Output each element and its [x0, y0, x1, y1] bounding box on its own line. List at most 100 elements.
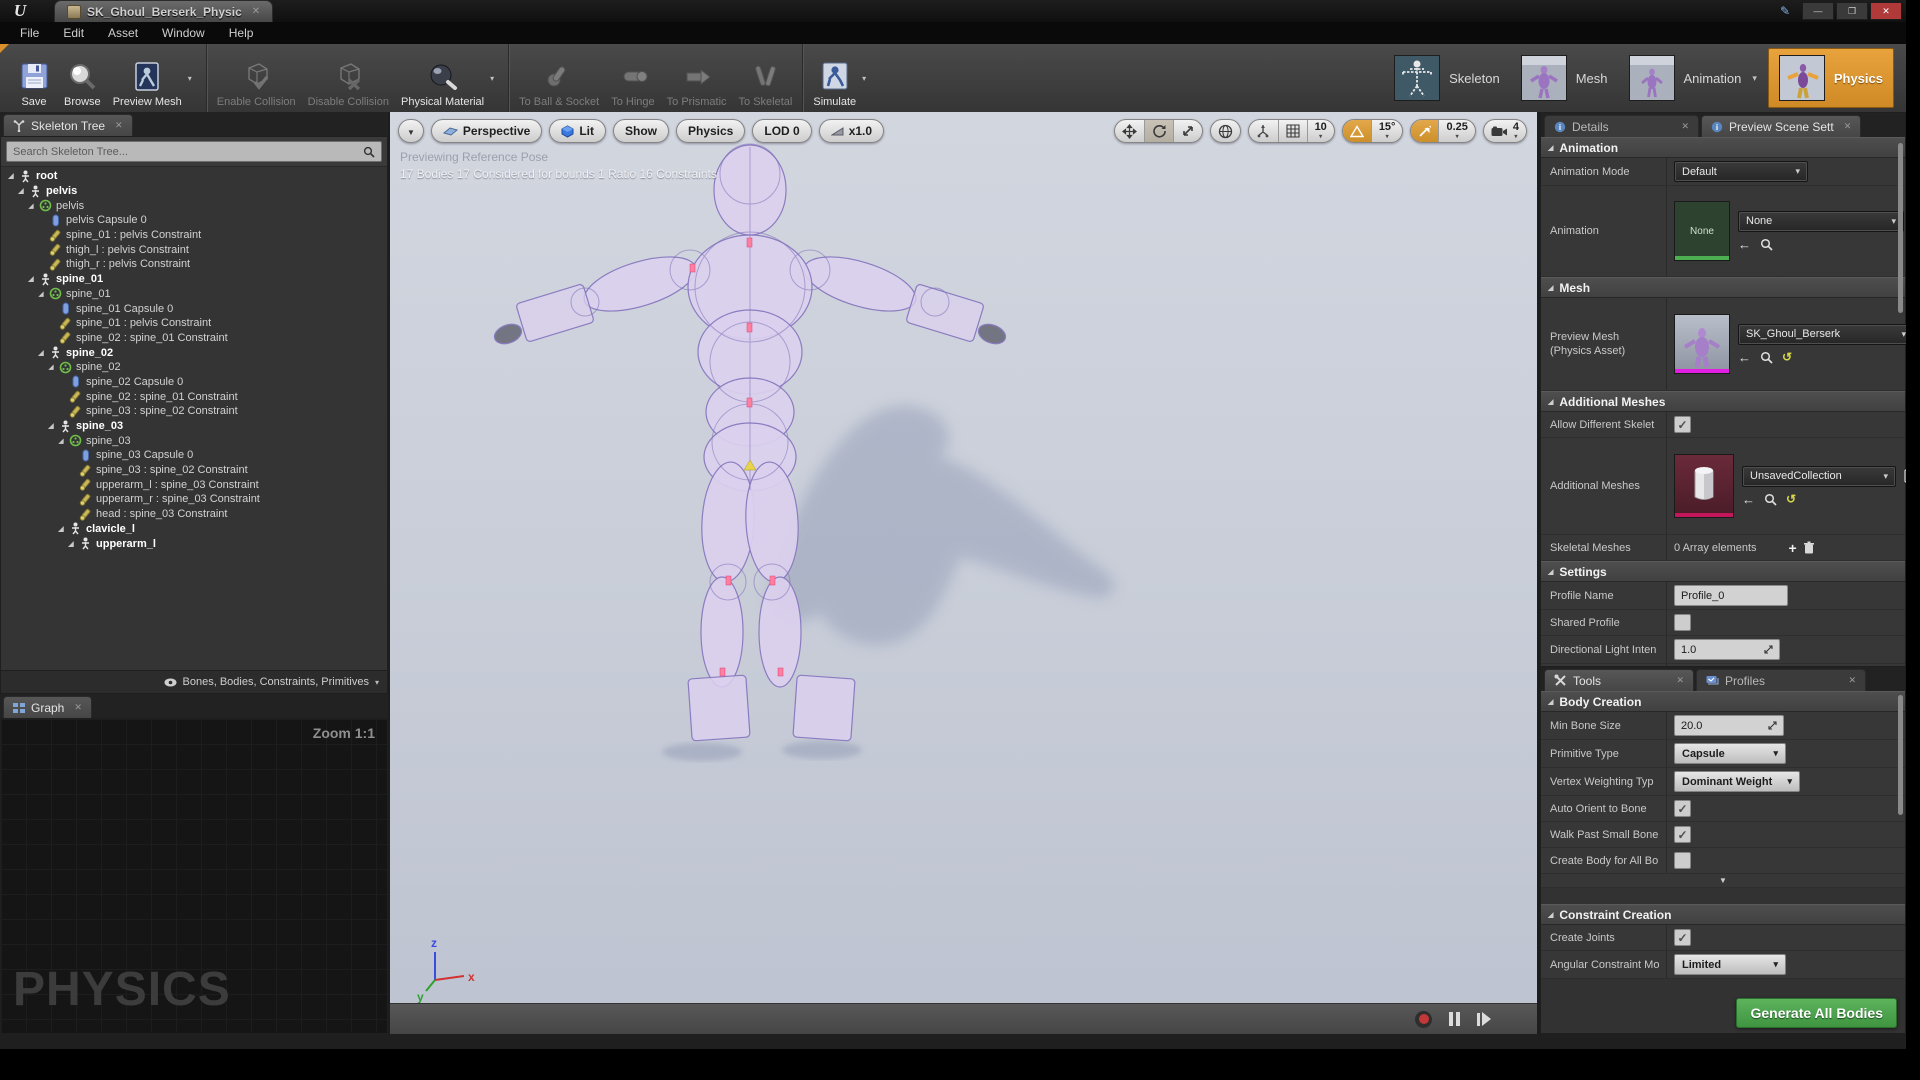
section-mesh[interactable]: Mesh: [1541, 277, 1905, 298]
pause-button[interactable]: [1449, 1012, 1460, 1026]
primitive-type-dropdown[interactable]: Capsule: [1674, 743, 1786, 764]
tree-item-head-spine-03-constraint[interactable]: head : spine_03 Constraint: [1, 507, 387, 522]
browse-to-asset-icon[interactable]: [1764, 493, 1777, 506]
browse-to-asset-icon[interactable]: [1760, 351, 1773, 364]
use-selected-icon[interactable]: [1742, 492, 1755, 507]
browse-to-asset-icon[interactable]: [1760, 238, 1773, 251]
mode-physics-button[interactable]: Physics: [1768, 48, 1894, 108]
tree-item-spine-02[interactable]: spine_02: [1, 360, 387, 375]
graph-canvas[interactable]: Zoom 1:1 PHYSICS: [0, 718, 388, 1034]
toolbar-physical-material-dropdown[interactable]: [486, 74, 498, 83]
tree-item-upperarm-r-spine-03-constraint[interactable]: upperarm_r : spine_03 Constraint: [1, 492, 387, 507]
restore-button[interactable]: [1836, 2, 1868, 20]
tree-item-pelvis-capsule-0[interactable]: pelvis Capsule 0: [1, 213, 387, 228]
vertex-weighting-dropdown[interactable]: Dominant Weight: [1674, 771, 1800, 792]
tree-item-pelvis[interactable]: pelvis: [1, 184, 387, 199]
shared-profile-checkbox[interactable]: [1674, 614, 1691, 631]
tab-preview-scene-settings[interactable]: i Preview Scene Sett: [1701, 115, 1861, 137]
angular-constraint-mode-dropdown[interactable]: Limited: [1674, 954, 1786, 975]
step-forward-button[interactable]: [1477, 1012, 1491, 1026]
show-button[interactable]: Show: [613, 119, 669, 143]
allow-different-skeleton-checkbox[interactable]: [1674, 416, 1691, 433]
scale-snap-value[interactable]: 0.25: [1439, 120, 1474, 142]
lit-button[interactable]: Lit: [549, 119, 606, 143]
reset-to-default-icon[interactable]: [1786, 492, 1796, 506]
close-icon[interactable]: [1848, 675, 1856, 686]
scale-snap-toggle[interactable]: [1411, 120, 1439, 142]
toolbar-preview-mesh-dropdown[interactable]: [184, 74, 196, 83]
tree-item-spine-02-capsule-0[interactable]: spine_02 Capsule 0: [1, 375, 387, 390]
lod-button[interactable]: LOD 0: [752, 119, 811, 143]
scrollbar[interactable]: [1898, 143, 1903, 313]
rotation-snap-value[interactable]: 15°: [1372, 120, 1403, 142]
body-creation-expander[interactable]: [1541, 874, 1905, 888]
grid-snap-value[interactable]: 10: [1308, 120, 1334, 142]
trash-icon[interactable]: [1803, 541, 1815, 554]
toolbar-preview-mesh-button[interactable]: Preview Mesh: [107, 44, 202, 112]
tree-item-root[interactable]: root: [1, 169, 387, 184]
asset-tab[interactable]: SK_Ghoul_Berserk_Physic: [54, 0, 273, 22]
tree-item-spine-02-spine-01-constraint[interactable]: spine_02 : spine_01 Constraint: [1, 331, 387, 346]
tree-item-spine-03[interactable]: spine_03: [1, 419, 387, 434]
expand-arrow-icon[interactable]: [37, 290, 45, 298]
toolbar-save-button[interactable]: Save: [10, 44, 58, 112]
minimize-button[interactable]: [1802, 2, 1834, 20]
auto-orient-checkbox[interactable]: [1674, 800, 1691, 817]
expand-arrow-icon[interactable]: [17, 187, 25, 195]
menu-edit[interactable]: Edit: [51, 22, 96, 44]
section-settings[interactable]: Settings: [1541, 561, 1905, 582]
section-constraint-creation[interactable]: Constraint Creation: [1541, 904, 1905, 925]
grid-snap-toggle[interactable]: [1279, 120, 1308, 142]
tab-details[interactable]: i Details: [1544, 115, 1699, 137]
rotation-snap-toggle[interactable]: [1343, 120, 1372, 142]
surface-snap-button[interactable]: [1249, 120, 1279, 142]
record-button[interactable]: [1415, 1011, 1432, 1028]
min-bone-size-field[interactable]: 20.0: [1674, 715, 1784, 736]
additional-meshes-thumbnail[interactable]: [1674, 454, 1734, 518]
physics-filter-button[interactable]: Physics: [676, 119, 745, 143]
search-input[interactable]: Search Skeleton Tree...: [6, 141, 382, 162]
tree-item-spine-01-pelvis-constraint[interactable]: spine_01 : pelvis Constraint: [1, 228, 387, 243]
preview-mesh-dropdown[interactable]: SK_Ghoul_Berserk: [1738, 324, 1906, 345]
close-icon[interactable]: [115, 120, 123, 131]
section-animation[interactable]: Animation: [1541, 137, 1905, 158]
expand-arrow-icon[interactable]: [47, 363, 55, 371]
mode-mesh-button[interactable]: Mesh: [1511, 49, 1618, 107]
save-collection-icon[interactable]: [1904, 469, 1906, 483]
reset-to-default-icon[interactable]: [1782, 350, 1792, 364]
animation-asset-dropdown[interactable]: None: [1738, 211, 1904, 232]
tab-profiles[interactable]: Profiles: [1696, 669, 1866, 691]
use-selected-icon[interactable]: [1738, 237, 1751, 252]
tree-item-spine-02[interactable]: spine_02: [1, 345, 387, 360]
world-local-toggle[interactable]: [1211, 120, 1240, 142]
expand-arrow-icon[interactable]: [47, 422, 55, 430]
tree-item-spine-01-capsule-0[interactable]: spine_01 Capsule 0: [1, 301, 387, 316]
tree-item-spine-01[interactable]: spine_01: [1, 287, 387, 302]
tab-graph[interactable]: Graph: [3, 696, 92, 718]
tree-item-spine-03-spine-02-constraint[interactable]: spine_03 : spine_02 Constraint: [1, 404, 387, 419]
expand-arrow-icon[interactable]: [57, 437, 65, 445]
viewport-options-dropdown[interactable]: [398, 119, 424, 143]
menu-help[interactable]: Help: [217, 22, 266, 44]
tree-item-spine-01-pelvis-constraint[interactable]: spine_01 : pelvis Constraint: [1, 316, 387, 331]
tab-tools[interactable]: Tools: [1544, 669, 1694, 691]
tree-item-spine-02-spine-01-constraint[interactable]: spine_02 : spine_01 Constraint: [1, 389, 387, 404]
directional-light-intensity-field[interactable]: 1.0: [1674, 639, 1780, 660]
walk-past-small-bones-checkbox[interactable]: [1674, 826, 1691, 843]
tree-item-spine-03[interactable]: spine_03: [1, 433, 387, 448]
feedback-icon[interactable]: [1780, 4, 1790, 18]
animation-mode-dropdown[interactable]: Default: [1674, 161, 1808, 182]
tree-filter-bar[interactable]: Bones, Bodies, Constraints, Primitives: [1, 670, 387, 693]
tree-item-spine-03-capsule-0[interactable]: spine_03 Capsule 0: [1, 448, 387, 463]
tree-item-upperarm-l-spine-03-constraint[interactable]: upperarm_l : spine_03 Constraint: [1, 477, 387, 492]
mode-animation-dropdown[interactable]: [1752, 73, 1757, 84]
toolbar-simulate-dropdown[interactable]: [858, 74, 870, 83]
tree-item-upperarm-l[interactable]: upperarm_l: [1, 536, 387, 551]
rotate-tool-button[interactable]: [1145, 120, 1174, 142]
translate-tool-button[interactable]: [1115, 120, 1145, 142]
toolbar-physical-material-button[interactable]: Physical Material: [395, 44, 504, 112]
toolbar-simulate-button[interactable]: Simulate: [807, 44, 876, 112]
close-icon[interactable]: [1676, 675, 1684, 686]
mode-animation-button[interactable]: Animation: [1619, 49, 1767, 107]
expand-arrow-icon[interactable]: [57, 525, 65, 533]
